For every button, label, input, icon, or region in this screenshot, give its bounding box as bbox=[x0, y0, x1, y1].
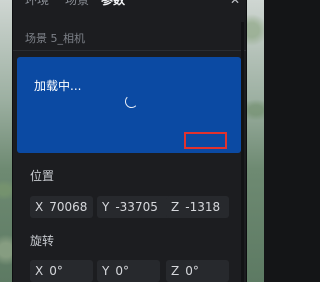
divider bbox=[13, 50, 246, 51]
rotation-x-field[interactable]: X 0° bbox=[30, 260, 93, 282]
tab-environment[interactable]: 环境 bbox=[25, 0, 49, 8]
position-y-field[interactable]: Y -33705 bbox=[97, 196, 171, 218]
position-y-value: -33705 bbox=[115, 200, 158, 214]
axis-label: X bbox=[35, 200, 44, 214]
rotation-x-value: 0° bbox=[49, 264, 63, 278]
properties-panel: 环境 场景 参数 ✕ 场景 5_相机 加载中... 位置 X 70068 Y -33… bbox=[13, 0, 246, 282]
tab-scene[interactable]: 场景 bbox=[65, 0, 89, 8]
camera-preview[interactable]: 加载中... bbox=[17, 57, 241, 153]
highlight-box bbox=[184, 132, 227, 149]
axis-label: Z bbox=[171, 200, 180, 214]
scrollbar[interactable] bbox=[241, 22, 244, 282]
position-label: 位置 bbox=[30, 169, 55, 183]
scene-title: 场景 5_相机 bbox=[25, 32, 85, 45]
spinner-icon bbox=[125, 95, 138, 108]
rotation-label: 旋转 bbox=[30, 234, 55, 248]
position-x-value: 70068 bbox=[49, 200, 88, 214]
panel-tabs: 环境 场景 参数 ✕ bbox=[13, 0, 246, 8]
axis-label: Z bbox=[171, 264, 180, 278]
loading-text: 加载中... bbox=[34, 79, 82, 93]
tab-parameters[interactable]: 参数 bbox=[101, 0, 125, 8]
axis-label: Y bbox=[102, 264, 110, 278]
position-z-value: -1318 bbox=[185, 200, 221, 214]
rotation-z-field[interactable]: Z 0° bbox=[166, 260, 229, 282]
close-icon[interactable]: ✕ bbox=[230, 0, 240, 8]
axis-label: Y bbox=[102, 200, 110, 214]
position-x-field[interactable]: X 70068 bbox=[30, 196, 93, 218]
axis-label: X bbox=[35, 264, 44, 278]
rotation-y-field[interactable]: Y 0° bbox=[97, 260, 160, 282]
position-z-field[interactable]: Z -1318 bbox=[166, 196, 229, 218]
rotation-z-value: 0° bbox=[185, 264, 199, 278]
rotation-y-value: 0° bbox=[115, 264, 129, 278]
